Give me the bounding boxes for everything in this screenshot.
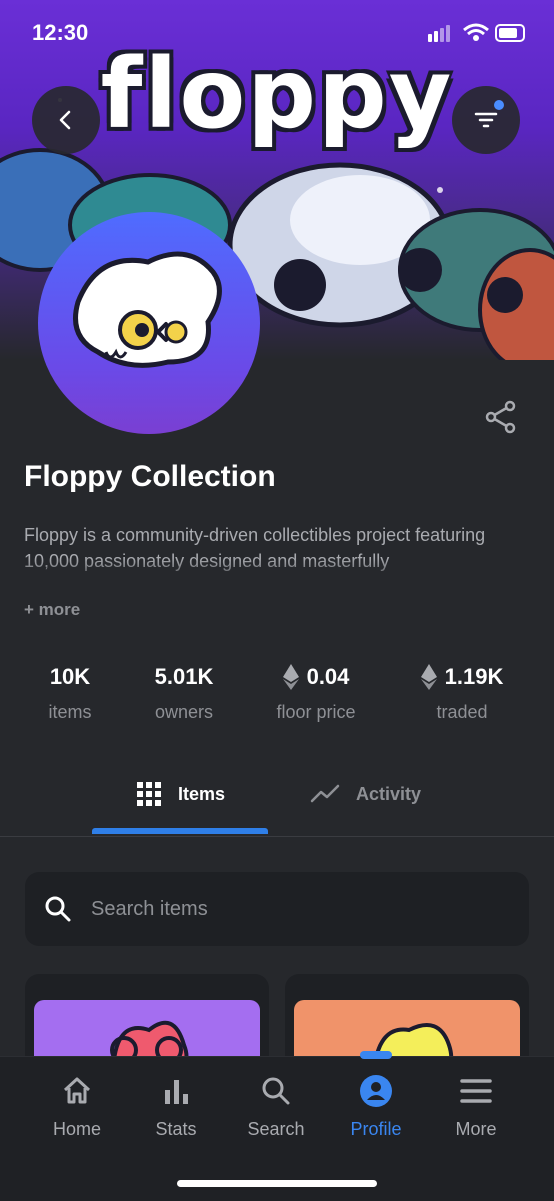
nav-search[interactable]: Search xyxy=(226,1073,326,1140)
tab-activity-label: Activity xyxy=(356,783,422,804)
status-icons xyxy=(428,22,528,49)
collection-stats: 10K items 5.01K owners 0.04 floor price … xyxy=(0,660,554,740)
nav-profile-label: Profile xyxy=(350,1119,402,1139)
ethereum-icon xyxy=(420,664,437,690)
nav-more[interactable]: More xyxy=(426,1073,526,1140)
collection-avatar xyxy=(38,212,260,434)
nav-more-label: More xyxy=(455,1119,497,1139)
menu-icon xyxy=(460,1079,492,1103)
tab-items-label: Items xyxy=(178,783,226,804)
trend-icon xyxy=(310,784,340,803)
filter-icon xyxy=(474,112,498,128)
collection-title: Floppy Collection xyxy=(24,460,276,493)
more-link[interactable]: + more xyxy=(24,600,80,620)
stat-items: 10K items xyxy=(20,660,120,723)
back-button[interactable] xyxy=(32,86,100,154)
stat-owners: 5.01K owners xyxy=(134,660,234,723)
nav-search-label: Search xyxy=(247,1119,305,1139)
stat-items-value: 10K xyxy=(49,664,91,689)
stat-owners-label: owners xyxy=(154,702,214,722)
profile-icon xyxy=(360,1075,392,1107)
home-indicator[interactable] xyxy=(177,1180,377,1187)
stat-items-label: items xyxy=(48,702,92,722)
filter-button[interactable] xyxy=(452,86,520,154)
home-icon xyxy=(63,1077,91,1104)
nav-home[interactable]: Home xyxy=(27,1073,127,1140)
stat-floor-price-value: 0.04 xyxy=(306,664,350,689)
nav-profile[interactable]: Profile xyxy=(326,1073,426,1140)
status-time: 12:30 xyxy=(32,20,89,45)
collection-tabs: Items Activity xyxy=(0,760,554,837)
stat-traded: 1.19K traded xyxy=(412,660,512,723)
chevron-left-icon xyxy=(59,110,71,130)
tab-activity[interactable]: Activity xyxy=(310,774,421,814)
nav-stats-label: Stats xyxy=(155,1119,197,1139)
search-input[interactable] xyxy=(89,896,493,922)
grid-icon xyxy=(137,782,161,806)
search-icon xyxy=(45,896,71,922)
stat-traded-label: traded xyxy=(436,702,488,722)
search-bar[interactable] xyxy=(25,872,529,946)
stat-owners-value: 5.01K xyxy=(154,664,214,689)
share-button[interactable] xyxy=(484,400,518,439)
stat-traded-value: 1.19K xyxy=(444,664,504,689)
stat-floor-price: 0.04 floor price xyxy=(258,660,374,723)
filter-active-dot xyxy=(494,100,504,110)
stats-icon xyxy=(165,1080,188,1104)
ethereum-icon xyxy=(282,664,299,690)
tab-items[interactable]: Items xyxy=(136,774,225,814)
search-icon xyxy=(262,1077,290,1105)
status-bar: 12:30 xyxy=(0,0,554,60)
description-fade xyxy=(0,558,554,588)
nav-home-label: Home xyxy=(52,1119,101,1139)
active-tab-indicator xyxy=(92,828,268,834)
share-icon xyxy=(485,400,516,434)
nav-stats[interactable]: Stats xyxy=(126,1073,226,1140)
active-nav-indicator xyxy=(360,1051,392,1059)
stat-floor-price-label: floor price xyxy=(276,702,356,722)
